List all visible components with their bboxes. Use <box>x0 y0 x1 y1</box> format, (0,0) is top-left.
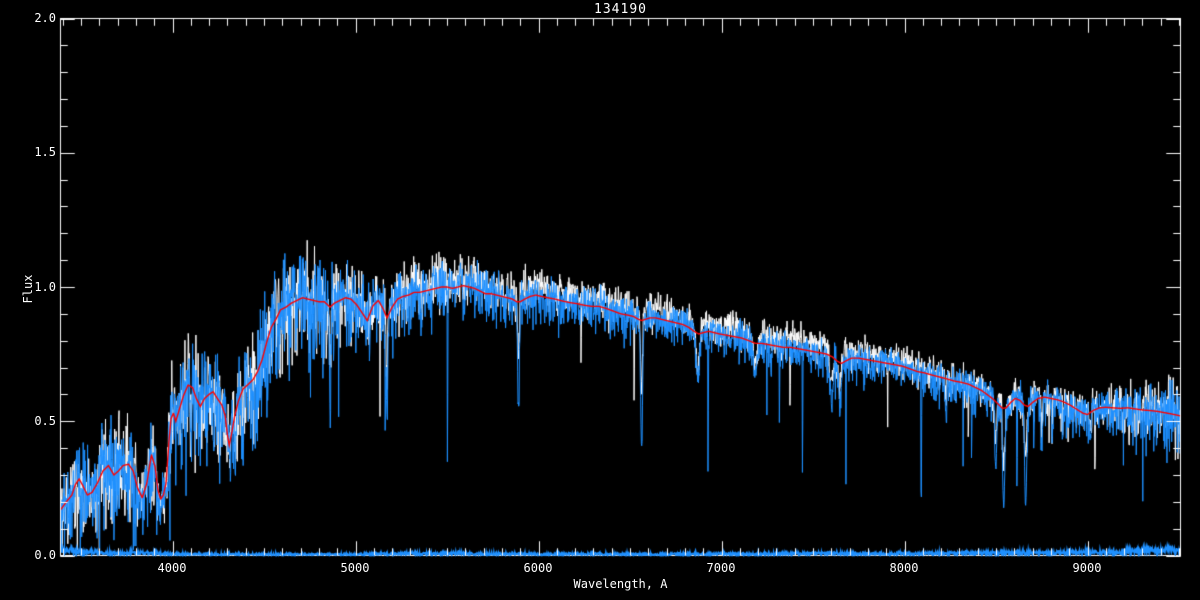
x-tick-label-4000: 4000 <box>157 561 187 575</box>
y-tick-label-1.5: 1.5 <box>34 145 56 159</box>
spectrum-plot-canvas <box>0 0 1200 600</box>
plot-title: 134190 <box>594 2 647 17</box>
x-tick-label-6000: 6000 <box>523 561 553 575</box>
x-tick-label-9000: 9000 <box>1072 561 1102 575</box>
y-tick-label-0.0: 0.0 <box>34 548 56 562</box>
y-tick-label-2.0: 2.0 <box>34 11 56 25</box>
x-tick-label-8000: 8000 <box>889 561 919 575</box>
x-tick-label-5000: 5000 <box>340 561 370 575</box>
spectrum-plot-window: 134190 Flux Wavelength, A 2.0 1.5 1.0 0.… <box>0 0 1200 600</box>
y-tick-label-1.0: 1.0 <box>34 280 56 294</box>
x-tick-label-7000: 7000 <box>706 561 736 575</box>
x-axis-title: Wavelength, A <box>573 577 668 591</box>
y-tick-label-0.5: 0.5 <box>34 414 56 428</box>
